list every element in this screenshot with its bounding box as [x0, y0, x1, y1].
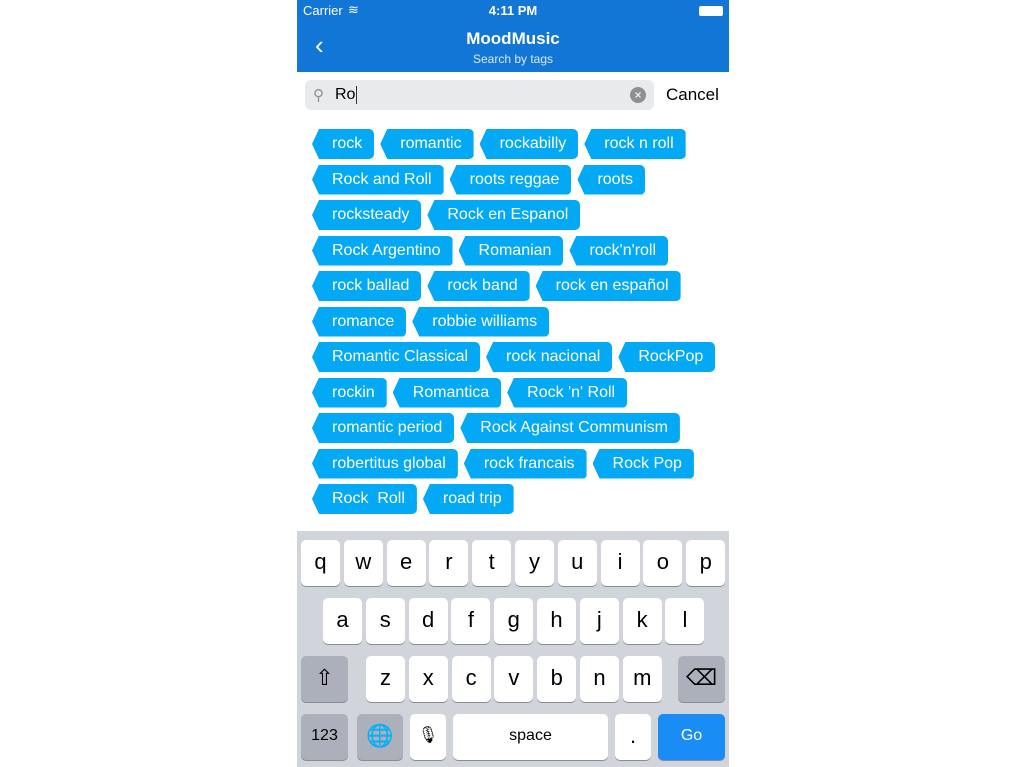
key-s[interactable]: s	[365, 598, 405, 644]
clear-search-icon[interactable]: ×	[630, 87, 646, 103]
tag-chip[interactable]: romance	[312, 306, 407, 337]
tag-chip[interactable]: rock nacional	[486, 342, 613, 372]
tag-chip[interactable]: robertitus global	[312, 448, 458, 479]
page-title: MoodMusic	[466, 29, 560, 48]
tag-chip[interactable]: roots reggae	[449, 164, 572, 195]
shift-key[interactable]: ⇧	[301, 656, 348, 702]
navigation-bar: Carrier ≋ 4:11 PM ‹ MoodMusic Search by …	[297, 0, 729, 72]
key-w[interactable]: w	[343, 540, 383, 586]
search-input[interactable]: Ro	[335, 86, 358, 104]
search-field[interactable]: ⚲ Ro ×	[305, 80, 654, 110]
numbers-key[interactable]: 123	[301, 714, 348, 760]
tag-chip[interactable]: Rock 'n' Roll	[507, 377, 628, 408]
search-icon: ⚲	[313, 87, 324, 104]
tag-chip[interactable]: rock band	[427, 271, 530, 301]
tag-chip[interactable]: Romantic Classical	[312, 342, 481, 372]
key-u[interactable]: u	[557, 540, 597, 586]
key-t[interactable]: t	[472, 540, 512, 586]
key-a[interactable]: a	[323, 598, 362, 644]
key-l[interactable]: l	[665, 598, 705, 644]
page-subtitle: Search by tags	[472, 52, 554, 66]
key-f[interactable]: f	[451, 598, 491, 644]
tag-chip[interactable]: Rock Against Communism	[460, 413, 680, 443]
tag-chip[interactable]: rock'n'roll	[569, 235, 669, 266]
key-k[interactable]: k	[622, 598, 662, 644]
tag-chip[interactable]: rockin	[312, 377, 387, 408]
tag-list: rock romantic rockabilly rock n roll Rock an…	[312, 129, 717, 514]
key-y[interactable]: y	[515, 540, 554, 586]
key-c[interactable]: c	[451, 656, 491, 702]
keyboard: q w e r t y u i o p a s d f g h j k l ⇧ z x c v b n m ⌫ 123 🌐 🎙 space. G…	[297, 531, 729, 767]
key-h[interactable]: h	[537, 598, 576, 644]
tag-chip[interactable]: Rock Pop	[592, 448, 694, 479]
key-r[interactable]: r	[429, 540, 469, 586]
microphone-key[interactable]: 🎙	[410, 714, 446, 760]
tag-chip[interactable]: Rock en Espanol	[427, 200, 581, 230]
key-v[interactable]: v	[494, 656, 534, 702]
battery-icon	[699, 6, 723, 16]
period-key[interactable]: .	[615, 714, 651, 760]
tag-chip[interactable]: rock en español	[535, 271, 681, 301]
tag-chip[interactable]: Rock and Roll	[312, 164, 444, 195]
tag-chip[interactable]: rocksteady	[312, 200, 422, 230]
tag-chip[interactable]: Romantica	[392, 377, 502, 408]
tag-chip[interactable]: robbie williams	[412, 306, 550, 337]
key-x[interactable]: x	[408, 656, 448, 702]
tag-chip[interactable]: rock francais	[463, 448, 587, 479]
tag-chip[interactable]: roots	[577, 164, 646, 195]
tag-chip[interactable]: rockabilly	[479, 129, 579, 159]
tag-chip[interactable]: Rock Roll	[312, 484, 417, 514]
key-b[interactable]: b	[537, 656, 577, 702]
tag-chip[interactable]: RockPop	[618, 342, 716, 372]
status-time: 4:11 PM	[488, 3, 538, 18]
key-g[interactable]: g	[494, 598, 534, 644]
tag-chip[interactable]: rock ballad	[312, 271, 422, 301]
tag-chip[interactable]: rock	[312, 129, 375, 159]
globe-key[interactable]: 🌐	[357, 714, 403, 760]
key-e[interactable]: e	[386, 540, 426, 586]
key-j[interactable]: j	[579, 598, 619, 644]
key-q[interactable]: q	[301, 540, 340, 586]
space-key[interactable]: space	[453, 714, 608, 760]
delete-key[interactable]: ⌫	[678, 656, 725, 702]
go-key[interactable]: Go	[658, 714, 725, 760]
key-o[interactable]: o	[643, 540, 683, 586]
tag-chip[interactable]: Romanian	[458, 235, 564, 266]
phone-screen: Carrier ≋ 4:11 PM ‹ MoodMusic Search by …	[297, 0, 729, 767]
key-m[interactable]: m	[622, 656, 662, 702]
tag-chip[interactable]: romantic	[380, 129, 474, 159]
tag-chip[interactable]: romantic period	[312, 413, 455, 443]
key-p[interactable]: p	[686, 540, 726, 586]
tag-chip[interactable]: Rock Argentino	[312, 235, 453, 266]
key-n[interactable]: n	[580, 656, 619, 702]
key-d[interactable]: d	[408, 598, 448, 644]
key-z[interactable]: z	[366, 656, 405, 702]
tag-chip[interactable]: road trip	[422, 484, 514, 514]
cancel-button[interactable]: Cancel	[666, 85, 719, 105]
tag-chip[interactable]: rock n roll	[584, 129, 686, 159]
key-i[interactable]: i	[600, 540, 640, 586]
